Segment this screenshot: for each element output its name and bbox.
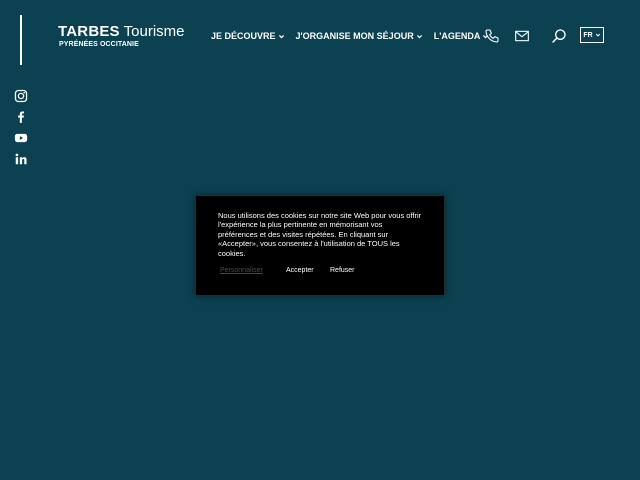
language-selected: FR bbox=[583, 31, 593, 39]
refuse-cookies-button[interactable]: Refuser bbox=[330, 266, 355, 275]
site-logo[interactable]: TARBES Tourisme PYRÉNÉES OCCITANIE bbox=[58, 23, 185, 48]
cookie-consent-banner: Nous utilisons des cookies sur notre sit… bbox=[195, 195, 445, 296]
chevron-down-icon bbox=[278, 34, 284, 38]
customize-cookies-button[interactable]: Personnaliser bbox=[220, 266, 263, 275]
logo-title-bold: TARBES bbox=[58, 23, 120, 40]
logo-divider bbox=[20, 15, 22, 65]
mail-icon[interactable] bbox=[514, 28, 530, 44]
nav-item-label: J'ORGANISE MON SÉJOUR bbox=[295, 31, 414, 41]
chevron-down-icon bbox=[595, 33, 600, 37]
nav-item-label: L'AGENDA bbox=[433, 31, 481, 41]
language-select[interactable]: FR bbox=[580, 27, 604, 43]
linkedin-icon[interactable] bbox=[14, 152, 28, 166]
accept-cookies-button[interactable]: Accepter bbox=[286, 266, 314, 275]
facebook-icon[interactable] bbox=[14, 110, 28, 124]
logo-title-regular: Tourisme bbox=[123, 23, 185, 40]
phone-icon[interactable] bbox=[484, 28, 500, 44]
page: TARBES Tourisme PYRÉNÉES OCCITANIE JE DÉ… bbox=[0, 0, 640, 480]
nav-item-je-decouvre[interactable]: JE DÉCOUVRE bbox=[211, 31, 285, 41]
nav-item-lagenda[interactable]: L'AGENDA bbox=[434, 31, 490, 41]
logo-subtitle: PYRÉNÉES OCCITANIE bbox=[59, 41, 139, 48]
main-nav: JE DÉCOUVRE J'ORGANISE MON SÉJOUR L'AGEN… bbox=[211, 31, 500, 41]
logo-title: TARBES Tourisme bbox=[58, 23, 185, 40]
chevron-down-icon bbox=[416, 34, 422, 38]
youtube-icon[interactable] bbox=[14, 131, 28, 145]
search-icon[interactable] bbox=[551, 28, 567, 44]
cookie-message: Nous utilisons des cookies sur notre sit… bbox=[218, 211, 422, 258]
nav-item-jorganise-mon-sejour[interactable]: J'ORGANISE MON SÉJOUR bbox=[296, 31, 423, 41]
instagram-icon[interactable] bbox=[14, 89, 28, 103]
nav-item-label: JE DÉCOUVRE bbox=[211, 31, 276, 41]
